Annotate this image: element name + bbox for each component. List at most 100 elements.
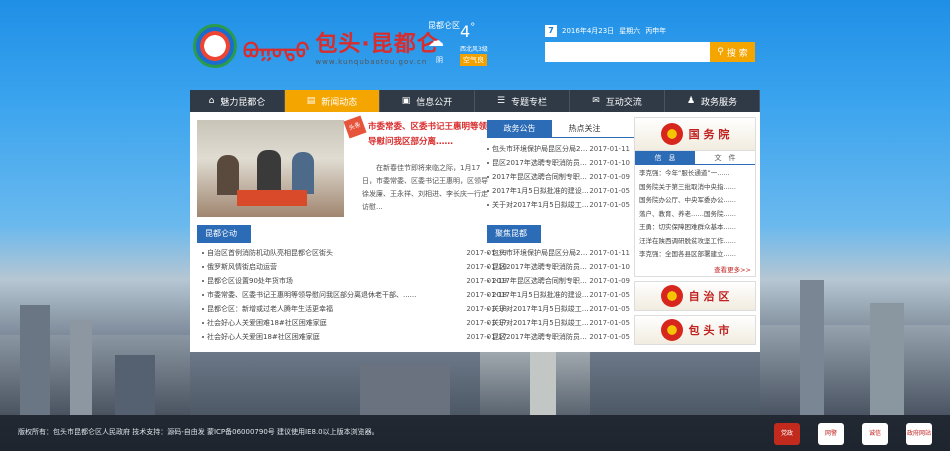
list-item[interactable]: 2017年1月5日拟批准的建设项目...2017-01-05	[487, 184, 630, 198]
list-item-title: 包头市环境保护局昆区分局2016年	[487, 246, 589, 260]
list-item[interactable]: 关于对2017年1月5日拟竣工验收...2017-01-05	[487, 316, 630, 330]
list-item[interactable]: 昆都仑区：新增或过老人腾年生活更幸福2017-01-18	[202, 302, 507, 316]
tab-gov-info[interactable]: 信 息	[635, 151, 695, 164]
date-text: 2016年4月23日	[562, 27, 615, 35]
list-item[interactable]: 昆都仑区设置90处年货市场2017-01-19	[202, 274, 507, 288]
list-item-title: 社会好心人关爱困18#社区困难家庭	[202, 330, 320, 344]
nav-item-news[interactable]: ▤ 新闻动态	[285, 90, 380, 112]
list-item[interactable]: 李克强：今年“服长通道”一......	[639, 167, 751, 181]
headline-title[interactable]: 市委常委、区委书记王惠明等领导慰问我区部分离……	[350, 120, 490, 150]
list-item[interactable]: 昆区2017年选聘专职消防员公告 2017-01-10	[487, 260, 630, 274]
gov-tabs: 信 息 文 件	[635, 151, 755, 165]
list-item[interactable]: 落户、教育、养老……国务院......	[639, 208, 751, 222]
gov-site-badge-icon[interactable]: 政府网站	[906, 423, 932, 445]
list-item[interactable]: 关于对2017年1月5日拟竣工验收...2017-01-05	[487, 198, 630, 212]
list-item-date: 2017-01-05	[589, 201, 630, 209]
tab-announce[interactable]: 政务公告	[487, 120, 552, 137]
nav-item-topics[interactable]: ☰ 专题专栏	[475, 90, 570, 112]
list-item[interactable]: 2017年昆区选聘合同制专职消防...2017-01-09	[487, 170, 630, 184]
party-badge-icon[interactable]: 党政	[774, 423, 800, 445]
search-input[interactable]	[545, 42, 710, 62]
list-item[interactable]: 李克强：全国各县区部署建立......	[639, 248, 751, 262]
document-icon: ▣	[401, 96, 411, 106]
footer-copyright: 版权所有：包头市昆都仑区人民政府 技术支持：源码-自由发 蒙ICP备060007…	[18, 428, 379, 436]
list-item[interactable]: 2017年昆区选聘合同制专职消防...2017-01-09	[487, 274, 630, 288]
list-item-title: 2017年昆区选聘合同制专职消防...	[487, 170, 589, 184]
nav-item-interact[interactable]: ✉ 互动交流	[570, 90, 665, 112]
list-item[interactable]: 俄罗斯风情街启动运营2017-01-19	[202, 260, 507, 274]
list-item[interactable]: 自治区首例消防机动队亮相昆都仑区街头2017-01-19	[202, 246, 507, 260]
weather-condition: 阴	[436, 56, 443, 64]
list-item[interactable]: 汪洋在陕西调研脱贫攻坚工作......	[639, 235, 751, 249]
list-item-date: 2017-01-05	[589, 333, 630, 341]
list-item-title: 2017年1月5日拟批准的建设项目...	[487, 288, 589, 302]
list-item-date: 2017-01-05	[589, 187, 630, 195]
list-item[interactable]: 国务院办公厅、中央军委办公......	[639, 194, 751, 208]
list-item[interactable]: 包头市环境保护局昆区分局2016年2017-01-11	[487, 142, 630, 156]
main-nav: ⌂ 魅力昆都仑 ▤ 新闻动态 ▣ 信息公开 ☰ 专题专栏 ✉ 互动交流 ♟ 政务服务	[190, 90, 760, 112]
site-footer: 版权所有：包头市昆都仑区人民政府 技术支持：源码-自由发 蒙ICP备060007…	[0, 415, 950, 451]
list-item-title: 昆区2017年选聘专职消防员公告	[487, 260, 589, 274]
search-icon: ⚲	[717, 47, 724, 57]
list-item-date: 2017-01-09	[589, 277, 630, 285]
local-news-title[interactable]: 昆都仑动态	[197, 225, 251, 256]
national-emblem-icon	[660, 284, 683, 307]
nav-item-services[interactable]: ♟ 政务服务	[665, 90, 760, 112]
list-item-title: 社会好心人关爱困难18#社区困难家庭	[202, 316, 327, 330]
list-item-date: 2017-01-05	[589, 319, 630, 327]
weather-wind: 西北风3级	[460, 46, 488, 53]
list-item[interactable]: 2017年1月5日拟批准的建设项目...2017-01-05	[487, 288, 630, 302]
search-bar: ⚲ 搜 索	[545, 42, 755, 62]
more-link[interactable]: 查看更多>>	[635, 264, 755, 276]
list-item-title: 昆区2017年选聘专职消防员公告	[487, 330, 589, 344]
national-emblem-icon	[660, 318, 683, 341]
headline-photo[interactable]	[197, 120, 344, 217]
calendar-icon: 7	[545, 25, 557, 37]
list-item[interactable]: 市委常委、区委书记王惠明等领导慰问我区部分离退休老干部、......2017-0…	[202, 288, 507, 302]
nav-item-charm[interactable]: ⌂ 魅力昆都仑	[190, 90, 285, 112]
list-item-title: 昆区2017年选聘专职消防员公告	[487, 156, 589, 170]
list-item[interactable]: 昆区2017年选聘专职消防员公告 2017-01-05	[487, 330, 630, 344]
credit-badge-icon[interactable]: 诚信	[862, 423, 888, 445]
list-item-title: 包头市环境保护局昆区分局2016年	[487, 142, 589, 156]
list-item[interactable]: 社会好心人关爱困难18#社区困难家庭2017-01-17	[202, 316, 507, 330]
city-button[interactable]: 包 头 市	[634, 314, 756, 345]
nav-item-info[interactable]: ▣ 信息公开	[380, 90, 475, 112]
tab-hot[interactable]: 热点关注	[552, 120, 617, 137]
list-item[interactable]: 包头市环境保护局昆区分局2016年2017-01-11	[487, 246, 630, 260]
list-item-date: 2017-01-11	[589, 249, 630, 257]
list-item-date: 2017-01-10	[589, 159, 630, 167]
focus-title[interactable]: 聚焦昆都仑	[487, 225, 541, 256]
gov-sidebar: 国 务 院 信 息 文 件 李克强：今年“服长通道”一...... 国务院关于第三…	[634, 117, 756, 345]
gov-news-list: 李克强：今年“服长通道”一...... 国务院关于第三批取消中央指...... 国务…	[635, 165, 755, 264]
search-button[interactable]: ⚲ 搜 索	[710, 42, 755, 62]
list-item-title: 俄罗斯风情街启动运营	[202, 260, 277, 274]
date-bar: 7 2016年4月23日 星期六 丙申年	[545, 25, 666, 37]
news-icon: ▤	[306, 96, 316, 106]
chat-icon: ✉	[592, 96, 600, 106]
list-item[interactable]: 王勇：切实保障困难群众基本......	[639, 221, 751, 235]
list-item-title: 自治区首例消防机动队亮相昆都仑区街头	[202, 246, 333, 260]
air-quality-badge[interactable]: 空气良	[460, 54, 487, 66]
list-item[interactable]: 关于对2017年1月5日拟竣工验收...2017-01-05	[487, 302, 630, 316]
list-item-title: 2017年1月5日拟批准的建设项目...	[487, 184, 589, 198]
list-item[interactable]: 社会好心人关爱困18#社区困难家庭2017-01-17	[202, 330, 507, 344]
list-item-title: 关于对2017年1月5日拟竣工验收...	[487, 302, 589, 316]
police-badge-icon[interactable]: 网警	[818, 423, 844, 445]
list-item[interactable]: 国务院关于第三批取消中央指......	[639, 181, 751, 195]
site-logo[interactable]: ᠪᠤᠭᠤᠲᠤ 包头·昆都仑 www.kunqubaotou.gov.cn	[193, 24, 440, 68]
lunar-year-text: 丙申年	[645, 27, 667, 35]
weather-temp: 4°	[460, 22, 476, 41]
list-item-title: 2017年昆区选聘合同制专职消防...	[487, 274, 589, 288]
footer-badges: 党政 网警 诚信 政府网站	[774, 423, 932, 445]
user-icon: ♟	[686, 96, 696, 106]
announce-tabs: 政务公告 热点关注	[487, 120, 637, 138]
weekday-text: 星期六	[619, 27, 641, 35]
tab-gov-docs[interactable]: 文 件	[695, 151, 755, 164]
state-council-banner[interactable]: 国 务 院	[634, 117, 756, 151]
logo-title: 包头·昆都仑	[315, 32, 440, 57]
list-item-title: 市委常委、区委书记王惠明等领导慰问我区部分离退休老干部、......	[202, 288, 416, 302]
logo-mongolian-text: ᠪᠤᠭᠤᠲᠤ	[243, 38, 310, 63]
list-item[interactable]: 昆区2017年选聘专职消防员公告 2017-01-10	[487, 156, 630, 170]
region-button[interactable]: 自 治 区	[634, 280, 756, 311]
